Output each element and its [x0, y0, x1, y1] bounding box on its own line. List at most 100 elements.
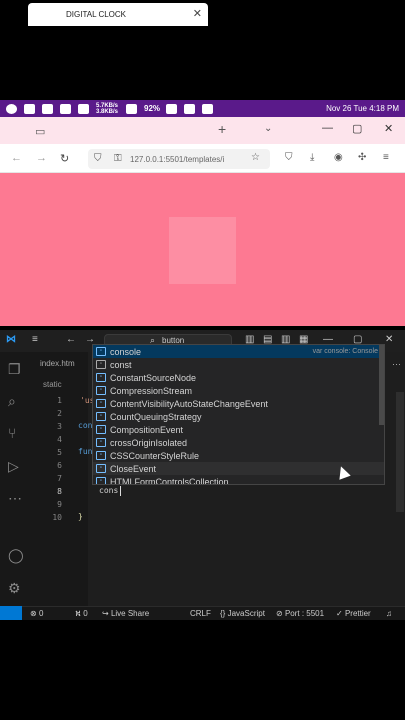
back-icon[interactable]: ←: [11, 152, 22, 164]
suggestion-item[interactable]: ▫ const: [93, 358, 384, 371]
more-actions-icon[interactable]: ⋯: [392, 359, 401, 370]
language-label: JavaScript: [227, 609, 265, 618]
live-share-button[interactable]: ↪ Live Share: [102, 609, 149, 618]
suggestion-item[interactable]: ▫ CompressionStream: [93, 384, 384, 397]
line-number: 8: [57, 487, 62, 496]
u-icon: [42, 103, 53, 114]
download-icon[interactable]: ⤓: [310, 152, 314, 163]
close-tab-icon[interactable]: ✕: [193, 7, 202, 20]
line-number: 9: [57, 500, 62, 509]
editor-scrollbar[interactable]: [396, 392, 404, 512]
remote-indicator[interactable]: [0, 606, 22, 620]
monitor-icon: [126, 103, 138, 114]
suggestion-scrollbar[interactable]: [379, 345, 384, 425]
eol-indicator[interactable]: CRLF: [190, 609, 211, 618]
more-icon[interactable]: ⋯: [8, 490, 22, 507]
variable-icon: ▫: [96, 438, 106, 447]
text-cursor: [120, 486, 121, 496]
code-current-line[interactable]: cons: [99, 486, 118, 495]
settings-icon: [202, 103, 214, 114]
prettier-label: Prettier: [344, 609, 371, 618]
screen-icon: [60, 103, 71, 114]
pocket-icon[interactable]: ⛉: [285, 152, 293, 163]
vscode-status-bar: ⊗ 0 ⛕ 0 ↪ Live Share CRLF {} JavaScript …: [0, 606, 405, 620]
vscode-logo-icon: ⋈: [6, 334, 16, 345]
language-mode[interactable]: {} JavaScript: [220, 609, 265, 618]
battery-level: 92%: [144, 104, 161, 113]
lock-icon: [78, 103, 89, 114]
battery-icon: [166, 103, 178, 114]
variable-icon: ▫: [96, 347, 106, 356]
menu-icon[interactable]: ≡: [32, 334, 38, 345]
variable-icon: ▫: [96, 477, 106, 484]
prettier-indicator[interactable]: ✓ Prettier: [336, 609, 371, 618]
maximize-icon[interactable]: ▢: [352, 122, 362, 135]
system-status-bar: 5.7KB/s 3.8KB/s 92% Nov 26 Tue 4:18 PM: [0, 100, 405, 117]
menu-icon[interactable]: ≡: [383, 152, 389, 163]
shield-icon[interactable]: ⛉: [94, 153, 102, 164]
problems-indicator[interactable]: ⊗ 0: [30, 609, 43, 618]
code-fragment: con: [78, 421, 93, 430]
ports-indicator[interactable]: ⛕ 0: [75, 609, 88, 619]
search-icon[interactable]: ⌕: [8, 393, 16, 410]
file-tab[interactable]: index.htm: [40, 359, 75, 368]
line-number: 5: [57, 448, 62, 457]
chevron-down-icon[interactable]: ⌄: [264, 123, 272, 134]
page-info-icon[interactable]: ⚿: [114, 153, 122, 164]
code-fragment: }: [78, 512, 83, 521]
reload-icon[interactable]: ↻: [60, 152, 69, 165]
explorer-icon[interactable]: ❐: [8, 361, 21, 378]
back-icon[interactable]: ←: [66, 334, 76, 345]
wifi-icon: [24, 103, 35, 114]
breadcrumb[interactable]: static: [43, 380, 62, 389]
notifications-bell-icon[interactable]: ♫: [386, 609, 392, 618]
suggestion-item[interactable]: ▫ CompositionEvent: [93, 423, 384, 436]
hotspot-icon: [184, 103, 196, 114]
app-icon: [6, 103, 17, 114]
live-server-port[interactable]: ⊘ Port : 5501: [276, 609, 324, 618]
variable-icon: ▫: [96, 451, 106, 460]
line-number: 1: [57, 396, 62, 405]
screen: 5.7KB/s 3.8KB/s 92% Nov 26 Tue 4:18 PM ▭…: [0, 0, 405, 720]
suggestion-item[interactable]: ▫ ConstantSourceNode: [93, 371, 384, 384]
error-count: 0: [38, 609, 44, 618]
variable-icon: ▫: [96, 386, 106, 395]
suggestion-item[interactable]: ▫ CountQueuingStrategy: [93, 410, 384, 423]
variable-icon: ▫: [96, 399, 106, 408]
suggestion-item[interactable]: ▫ CSSCounterStyleRule: [93, 449, 384, 462]
close-window-icon[interactable]: ✕: [385, 334, 393, 345]
variable-icon: ▫: [96, 412, 106, 421]
account-icon[interactable]: ◉: [334, 152, 343, 163]
forward-icon[interactable]: →: [36, 152, 47, 164]
line-number: 3: [57, 422, 62, 431]
clock-container: [169, 217, 236, 284]
browser-tab-bar: [0, 117, 405, 144]
line-number: 10: [52, 513, 62, 522]
port-label: Port : 5501: [284, 609, 325, 618]
close-window-icon[interactable]: ✕: [384, 122, 393, 135]
url-text[interactable]: 127.0.0.1:5501/templates/i: [130, 155, 242, 164]
live-share-label: Live Share: [110, 609, 150, 618]
variable-icon: ▫: [96, 373, 106, 382]
keyword-icon: ▫: [96, 360, 106, 369]
network-speed: 5.7KB/s 3.8KB/s: [96, 103, 118, 115]
suggestion-item[interactable]: ▫ console var console: Console: [93, 345, 384, 358]
suggestion-widget[interactable]: ▫ console var console: Console ▫ const ▫…: [92, 344, 385, 485]
code-fragment: fun: [78, 447, 93, 456]
browser-tab[interactable]: DIGITAL CLOCK ✕: [28, 3, 208, 26]
line-number: 4: [57, 435, 62, 444]
tab-overview-icon[interactable]: ▭: [35, 125, 45, 138]
line-number: 6: [57, 461, 62, 470]
suggestion-item[interactable]: ▫ ContentVisibilityAutoStateChangeEvent: [93, 397, 384, 410]
account-icon[interactable]: ◯: [8, 547, 24, 564]
run-debug-icon[interactable]: ▷: [8, 458, 19, 475]
net-down: 3.8KB/s: [96, 108, 119, 115]
bookmark-star-icon[interactable]: ☆: [251, 152, 260, 163]
extensions-icon[interactable]: ✣: [358, 152, 366, 163]
activity-bar: [0, 352, 32, 606]
new-tab-button[interactable]: +: [218, 121, 226, 137]
minimize-icon[interactable]: —: [322, 122, 333, 134]
source-control-icon[interactable]: ⑂: [8, 425, 16, 441]
suggestion-item[interactable]: ▫ crossOriginIsolated: [93, 436, 384, 449]
manage-gear-icon[interactable]: ⚙: [8, 580, 21, 597]
